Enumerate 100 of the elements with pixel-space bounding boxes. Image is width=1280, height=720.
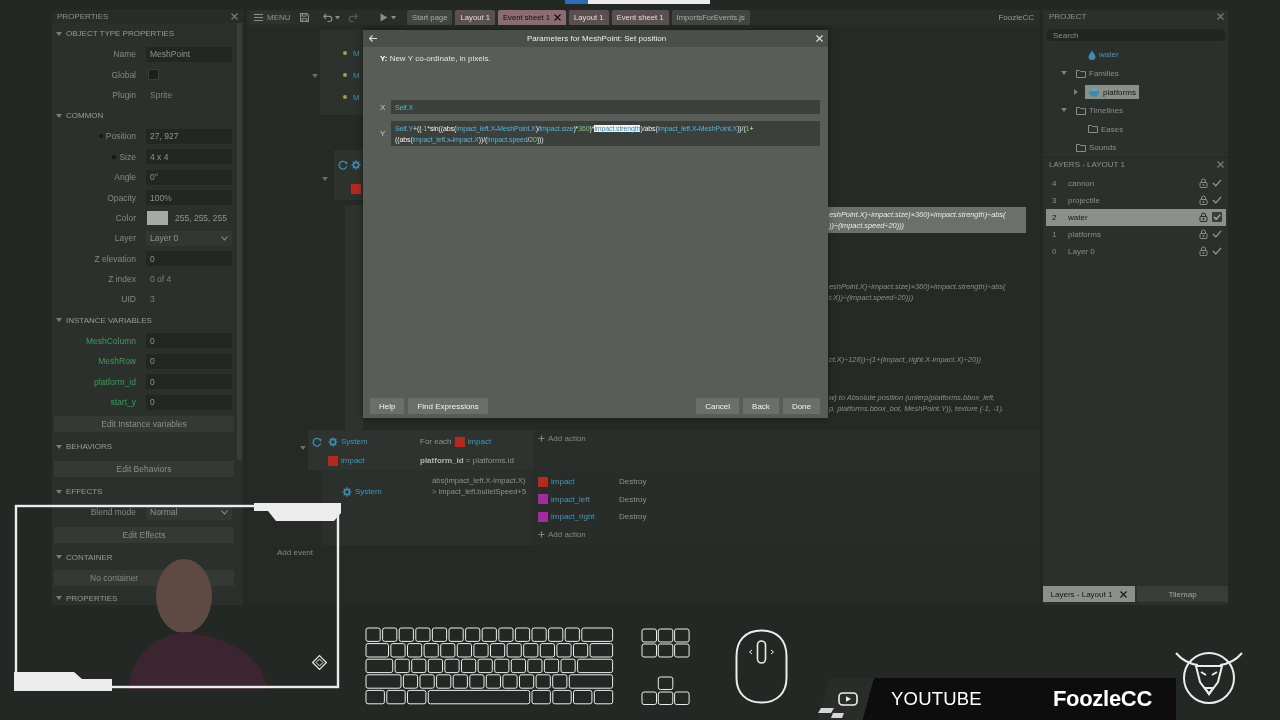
tree-item[interactable]: platforms	[1085, 85, 1139, 100]
caret-down-icon[interactable]	[56, 595, 62, 602]
play-icon[interactable]	[380, 13, 388, 22]
platform-label: YOUTUBE	[891, 688, 982, 710]
container-status: No container	[90, 572, 139, 583]
diamond-icon	[312, 655, 327, 670]
condition-text: platform_id = platforms.id	[420, 456, 515, 465]
lock-icon[interactable]	[1199, 246, 1208, 256]
variable-label: MeshColumn	[85, 335, 136, 346]
dialog-button[interactable]: Done	[782, 398, 820, 414]
tab[interactable]: Tilemap	[1137, 586, 1228, 602]
check-icon[interactable]	[1212, 246, 1222, 256]
chevron-down-icon	[221, 509, 228, 515]
close-icon[interactable]	[1217, 13, 1224, 20]
property-field[interactable]: 100%	[146, 190, 232, 206]
property-label: Layer	[114, 233, 136, 244]
section-header: BEHAVIORS	[66, 442, 113, 452]
channel-name: FoozleCC	[1052, 686, 1152, 712]
section-header: COMMON	[66, 111, 104, 121]
lock-icon[interactable]	[1199, 212, 1208, 222]
add-event-link[interactable]: Add event	[277, 546, 314, 559]
color-swatch-icon[interactable]	[147, 210, 168, 225]
menu-button[interactable]: MENU	[250, 11, 290, 24]
lock-icon[interactable]	[1199, 195, 1208, 205]
lock-icon[interactable]	[1199, 229, 1208, 239]
parameter-label: Y	[380, 129, 387, 138]
caret-down-icon[interactable]	[335, 15, 340, 20]
layer-row[interactable]: 2 water	[1046, 208, 1226, 226]
dialog-button[interactable]: Help	[370, 398, 405, 414]
property-label: Z elevation	[94, 253, 136, 264]
add-action-link[interactable]: Add action	[538, 528, 586, 541]
back-arrow-icon[interactable]	[369, 35, 377, 42]
panel-title: PROPERTIES	[57, 12, 109, 21]
caret-down-icon[interactable]	[56, 443, 62, 450]
object-name: impact_right	[551, 512, 595, 522]
close-icon[interactable]	[231, 13, 238, 20]
check-icon[interactable]	[1212, 178, 1222, 188]
caret-down-icon[interactable]	[322, 176, 328, 182]
caret-down-icon[interactable]	[1061, 70, 1067, 77]
check-icon[interactable]	[1212, 229, 1222, 239]
layer-row[interactable]: 3 projectile	[1046, 191, 1226, 209]
close-icon[interactable]	[1217, 160, 1224, 168]
caret-down-icon[interactable]	[1061, 107, 1067, 114]
caret-down-icon[interactable]	[56, 554, 62, 561]
variable-label: platform_id	[93, 376, 136, 387]
edit-button[interactable]: Edit Behaviors	[54, 461, 234, 478]
property-field[interactable]: MeshPoint	[146, 46, 232, 62]
edit-button[interactable]: Edit Instance variables	[54, 416, 234, 433]
property-dropdown[interactable]: Layer 0	[146, 230, 232, 246]
dialog-button[interactable]: Back	[743, 398, 779, 414]
layer-row[interactable]: 1 platforms	[1046, 225, 1226, 243]
dialog-button[interactable]: Find Expressions	[408, 398, 488, 414]
checkbox[interactable]	[148, 69, 159, 81]
property-field[interactable]: 0	[146, 374, 232, 390]
caret-down-icon[interactable]	[312, 73, 318, 79]
check-icon[interactable]	[1212, 195, 1222, 205]
caret-down-icon[interactable]	[56, 317, 62, 324]
bullet-icon	[343, 95, 347, 99]
property-field[interactable]: 0°	[146, 169, 232, 185]
dialog-button[interactable]: Cancel	[696, 398, 740, 414]
property-field[interactable]: 27, 927	[146, 128, 232, 144]
lock-icon[interactable]	[1199, 178, 1208, 188]
property-field[interactable]: 0	[146, 251, 232, 267]
layer-row[interactable]: 4 cannon	[1046, 174, 1226, 192]
tree-item[interactable]: Sounds	[1073, 140, 1120, 155]
property-field[interactable]: 0	[146, 353, 232, 369]
drop-icon	[1088, 50, 1096, 60]
caret-right-icon[interactable]	[1073, 88, 1079, 95]
caret-down-icon[interactable]	[391, 15, 396, 20]
parameter-label: X	[380, 102, 387, 112]
tab[interactable]: Layers - Layout 1	[1043, 586, 1135, 602]
close-icon[interactable]	[1120, 590, 1128, 598]
tree-item[interactable]: Families	[1073, 66, 1122, 81]
parameter-description: Y: New Y co-ordinate, in pixels.	[380, 54, 491, 64]
edit-button[interactable]: Edit Effects	[54, 526, 234, 543]
action-text: Destroy	[619, 477, 647, 487]
add-action-link[interactable]: Add action	[538, 432, 586, 444]
property-field[interactable]: 0	[146, 394, 232, 410]
tree-item[interactable]: water	[1085, 48, 1122, 62]
property-field[interactable]: 4 x 4	[146, 149, 232, 165]
tree-item[interactable]: Timelines	[1073, 103, 1126, 118]
search-field[interactable]: Search	[1046, 29, 1226, 41]
undo-icon[interactable]	[323, 13, 333, 22]
caret-down-icon[interactable]	[56, 112, 62, 119]
caret-down-icon[interactable]	[56, 30, 62, 37]
action-text: M	[353, 70, 360, 80]
section-header: INSTANCE VARIABLES	[66, 315, 152, 325]
tree-item[interactable]: Eases	[1085, 122, 1127, 137]
dialog-title: Parameters for MeshPoint: Set position	[525, 34, 668, 43]
object-name: impact	[551, 477, 575, 487]
caret-down-icon[interactable]	[56, 488, 62, 495]
close-icon[interactable]	[554, 14, 561, 21]
property-field[interactable]: 0	[146, 333, 232, 349]
video-play-icon	[838, 692, 858, 706]
property-label: Opacity	[107, 192, 136, 203]
object-name: impact	[341, 456, 365, 465]
check-icon[interactable]	[1212, 212, 1222, 222]
property-label: Color	[115, 212, 136, 223]
caret-down-icon[interactable]	[300, 445, 306, 451]
save-icon[interactable]	[300, 13, 309, 22]
